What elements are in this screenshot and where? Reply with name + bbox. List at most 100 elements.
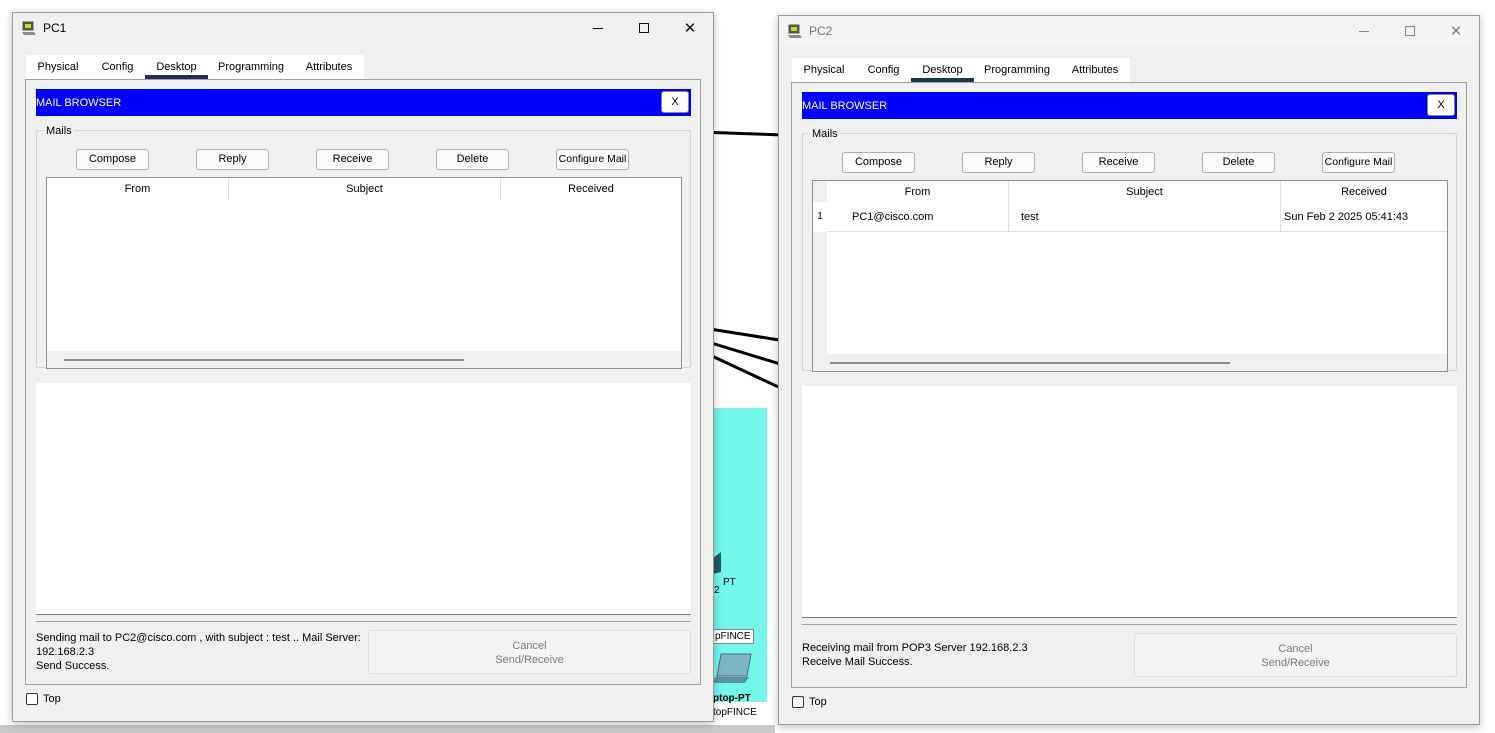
tab-desktop[interactable]: Desktop	[911, 58, 974, 82]
tab-programming[interactable]: Programming	[208, 55, 294, 79]
scrollbar-thumb[interactable]	[64, 359, 464, 361]
mail-actions: Compose Reply Receive Delete Configure M…	[803, 152, 1456, 174]
desktop-content: MAIL BROWSER X Mails Compose Reply Recei…	[25, 79, 701, 685]
mails-group: Mails Compose Reply Receive Delete Confi…	[802, 128, 1457, 372]
reply-button[interactable]: Reply	[962, 152, 1035, 173]
cell-received: Sun Feb 2 2025 05:41:43	[1284, 211, 1409, 223]
column-header-from[interactable]: From	[47, 178, 229, 200]
window-title: PC2	[809, 24, 833, 38]
column-header-from[interactable]: From	[827, 181, 1009, 203]
checkbox-box[interactable]	[26, 693, 38, 705]
send-receive-label: Send/Receive	[495, 654, 564, 666]
network-link	[712, 131, 781, 137]
window-title: PC1	[43, 21, 67, 35]
status-line: Sending mail to PC2@cisco.com , with sub…	[36, 632, 361, 644]
status-line: Receive Mail Success.	[802, 656, 913, 668]
configure-mail-button[interactable]: Configure Mail	[556, 149, 629, 170]
tab-programming[interactable]: Programming	[974, 58, 1060, 82]
packet-tracer-pc-icon	[22, 21, 36, 35]
tab-attributes[interactable]: Attributes	[1060, 58, 1130, 82]
device-label: pFINCE	[712, 629, 754, 644]
tab-bar: Physical Config Desktop Programming Attr…	[792, 58, 1130, 82]
status-text: Sending mail to PC2@cisco.com , with sub…	[36, 631, 366, 673]
row-number: 1	[813, 202, 827, 232]
mail-actions: Compose Reply Receive Delete Configure M…	[37, 149, 690, 171]
status-line: Send Success.	[36, 660, 110, 672]
mail-browser-header: MAIL BROWSER X	[802, 92, 1457, 119]
mails-group: Mails Compose Reply Receive Delete Confi…	[36, 125, 691, 369]
minimize-icon	[1359, 30, 1369, 32]
mail-browser-title: MAIL BROWSER	[802, 100, 888, 112]
laptop-icon	[713, 653, 752, 683]
maximize-button[interactable]	[621, 13, 667, 43]
cell-from: PC1@cisco.com	[827, 202, 1009, 232]
cancel-label: Cancel	[1278, 643, 1313, 655]
tab-physical[interactable]: Physical	[792, 58, 856, 82]
mail-table[interactable]: From Subject Received	[46, 177, 682, 369]
status-text: Receiving mail from POP3 Server 192.168.…	[802, 641, 1132, 669]
pc1-window: PC1 ✕ Physical Config Desktop Programmin…	[12, 12, 714, 722]
delete-button[interactable]: Delete	[1202, 152, 1275, 173]
send-receive-label: Send/Receive	[1261, 657, 1330, 669]
status-line: 192.168.2.3	[36, 646, 95, 658]
close-window-button[interactable]: ✕	[1433, 16, 1479, 46]
device-label: PT	[723, 577, 736, 588]
compose-button[interactable]: Compose	[76, 149, 149, 170]
title-bar[interactable]: PC1 ✕	[13, 13, 713, 43]
compose-button[interactable]: Compose	[842, 152, 915, 173]
divider	[36, 621, 691, 622]
horizontal-scrollbar[interactable]	[813, 354, 1447, 371]
tab-attributes[interactable]: Attributes	[294, 55, 364, 79]
cancel-send-receive-button[interactable]: Cancel Send/Receive	[368, 630, 691, 674]
top-checkbox[interactable]: Top	[792, 696, 827, 708]
mail-browser-header: MAIL BROWSER X	[36, 89, 691, 116]
column-header-subject[interactable]: Subject	[229, 178, 501, 200]
close-icon: ✕	[683, 20, 697, 37]
pc2-window: PC2 ✕ Physical Config Desktop Programmin…	[778, 15, 1480, 725]
tab-bar: Physical Config Desktop Programming Attr…	[26, 55, 364, 79]
title-bar[interactable]: PC2 ✕	[779, 16, 1479, 46]
scrollbar-thumb[interactable]	[830, 362, 1230, 364]
receive-button[interactable]: Receive	[1082, 152, 1155, 173]
desktop-content: MAIL BROWSER X Mails Compose Reply Recei…	[791, 82, 1467, 688]
table-header: From Subject Received	[47, 178, 681, 200]
workspace-scrollbar[interactable]	[0, 725, 775, 733]
mail-table[interactable]: From Subject Received 1 PC1@cisco.com te…	[812, 180, 1448, 372]
cell-subject: test	[1009, 202, 1281, 232]
device-label: 2	[714, 585, 720, 596]
maximize-button[interactable]	[1387, 16, 1433, 46]
receive-button[interactable]: Receive	[316, 149, 389, 170]
delete-button[interactable]: Delete	[436, 149, 509, 170]
reply-button[interactable]: Reply	[196, 149, 269, 170]
tab-desktop[interactable]: Desktop	[145, 55, 208, 79]
message-body-area[interactable]	[802, 386, 1457, 618]
mails-group-label: Mails	[44, 125, 74, 137]
cancel-send-receive-button[interactable]: Cancel Send/Receive	[1134, 633, 1457, 677]
close-icon: ✕	[1449, 23, 1463, 40]
divider	[802, 624, 1457, 625]
horizontal-scrollbar[interactable]	[47, 351, 681, 368]
top-checkbox-label: Top	[43, 693, 61, 705]
column-header-received[interactable]: Received	[501, 178, 681, 200]
checkbox-box[interactable]	[792, 696, 804, 708]
device-label: topFINCE	[713, 707, 757, 718]
close-window-button[interactable]: ✕	[667, 13, 713, 43]
message-body-area[interactable]	[36, 383, 691, 615]
mail-browser-close-button[interactable]: X	[661, 91, 689, 113]
maximize-icon	[1405, 26, 1415, 36]
status-line: Receiving mail from POP3 Server 192.168.…	[802, 642, 1028, 654]
top-checkbox-label: Top	[809, 696, 827, 708]
table-row[interactable]: 1 PC1@cisco.com test Sun Feb 2 2025 05:4…	[813, 202, 1447, 232]
column-header-subject[interactable]: Subject	[1009, 181, 1281, 203]
minimize-button[interactable]	[1341, 16, 1387, 46]
column-header-received[interactable]: Received	[1281, 181, 1447, 203]
minimize-button[interactable]	[575, 13, 621, 43]
mail-browser-close-button[interactable]: X	[1427, 94, 1455, 116]
tab-physical[interactable]: Physical	[26, 55, 90, 79]
tab-config[interactable]: Config	[90, 55, 145, 79]
tab-config[interactable]: Config	[856, 58, 911, 82]
device-label: ptop-PT	[713, 693, 751, 704]
top-checkbox[interactable]: Top	[26, 693, 61, 705]
mail-browser-title: MAIL BROWSER	[36, 97, 122, 109]
configure-mail-button[interactable]: Configure Mail	[1322, 152, 1395, 173]
